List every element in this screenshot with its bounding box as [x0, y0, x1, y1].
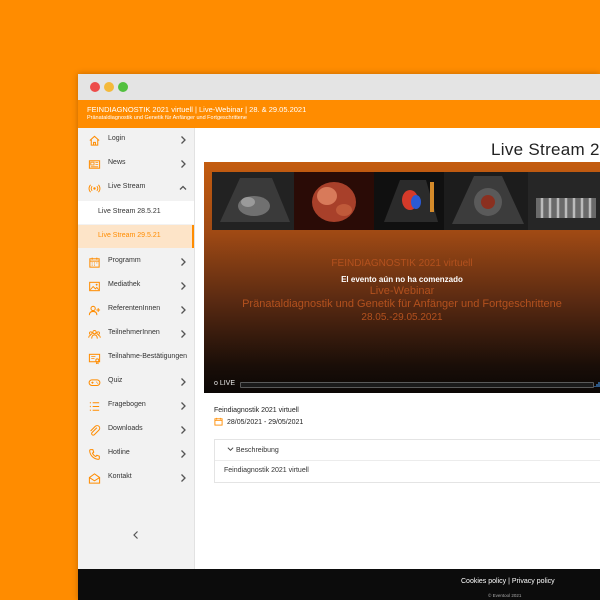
- video-progress-bar[interactable]: [240, 382, 594, 388]
- sidebar-item-label: TeilnehmerInnen: [108, 329, 160, 336]
- sidebar-subitem-live-stream-28[interactable]: Live Stream 28.5.21: [78, 201, 194, 224]
- window-titlebar: [78, 74, 600, 100]
- description-text: Feindiagnostik 2021 virtuell: [224, 467, 309, 474]
- video-dates: 28.05.-29.05.2021: [361, 312, 443, 323]
- sidebar-subitem-label: Live Stream 29.5.21: [98, 232, 161, 239]
- volume-icon[interactable]: [594, 380, 600, 388]
- sidebar-item-downloads[interactable]: Downloads: [78, 419, 194, 442]
- chevron-right-icon: [181, 282, 186, 290]
- sidebar-item-mediathek[interactable]: Mediathek: [78, 275, 194, 298]
- sidebar-subitem-live-stream-29[interactable]: Live Stream 29.5.21: [78, 225, 194, 248]
- sidebar-item-label: Downloads: [108, 425, 143, 432]
- users-icon: [88, 330, 101, 339]
- list-icon: [89, 402, 100, 411]
- sidebar-item-label: Kontakt: [108, 473, 132, 480]
- maximize-window-dot[interactable]: [118, 82, 128, 92]
- sidebar-item-label: Live Stream: [108, 183, 146, 190]
- user-plus-icon: [88, 305, 101, 316]
- chevron-right-icon: [181, 160, 186, 168]
- certificate-icon: [88, 353, 101, 365]
- gamepad-icon: [88, 379, 101, 386]
- video-webinar-label: Live-Webinar: [369, 285, 435, 297]
- chevron-down-icon: [227, 447, 234, 451]
- sidebar: Login News Live Stream Live Stream 28.5.…: [78, 128, 195, 569]
- chevron-right-icon: [181, 450, 186, 458]
- sidebar-item-label: News: [108, 159, 126, 166]
- sidebar-item-live-stream[interactable]: Live Stream: [78, 177, 194, 200]
- video-controls: o LIVE: [204, 378, 600, 392]
- header-subtitle: Pränataldiagnostik und Genetik für Anfän…: [87, 115, 247, 121]
- site-header: FEINDIAGNOSTIK 2021 virtuell | Live-Webi…: [78, 100, 600, 128]
- sidebar-item-fragebogen[interactable]: Fragebogen: [78, 395, 194, 418]
- sidebar-item-label: Quiz: [108, 377, 123, 384]
- chevron-right-icon: [181, 330, 186, 338]
- event-title: Feindiagnostik 2021 virtuell: [214, 407, 299, 414]
- chevron-right-icon: [181, 258, 186, 266]
- broadcast-icon: [88, 184, 101, 193]
- chevron-up-icon: [179, 185, 187, 190]
- chevron-right-icon: [181, 378, 186, 386]
- calendar-icon: [89, 257, 100, 268]
- page-title: Live Stream 29: [491, 140, 600, 159]
- sidebar-item-login[interactable]: Login: [78, 129, 194, 152]
- description-divider: [215, 460, 600, 461]
- minimize-window-dot[interactable]: [104, 82, 114, 92]
- sidebar-collapse-button[interactable]: [130, 528, 142, 540]
- home-icon: [89, 135, 100, 146]
- header-title: FEINDIAGNOSTIK 2021 virtuell | Live-Webi…: [87, 105, 307, 114]
- sidebar-subitem-label: Live Stream 28.5.21: [98, 208, 161, 215]
- sidebar-item-news[interactable]: News: [78, 153, 194, 176]
- sidebar-item-label: Login: [108, 135, 126, 142]
- sidebar-item-label: Hotline: [108, 449, 130, 456]
- event-date: 28/05/2021 - 29/05/2021: [214, 417, 303, 426]
- close-window-dot[interactable]: [90, 82, 100, 92]
- sidebar-item-kontakt[interactable]: Kontakt: [78, 467, 194, 490]
- live-indicator: o LIVE: [214, 380, 236, 387]
- chevron-right-icon: [181, 306, 186, 314]
- privacy-policy-link[interactable]: Privacy policy: [512, 578, 555, 585]
- main-content: Live Stream 29 FEINDIAGNOSTIK 2021 virtu…: [195, 128, 600, 569]
- footer-copyright: © Eventool 2021: [488, 593, 522, 598]
- sidebar-item-label: Programm: [108, 257, 141, 264]
- description-panel: Beschreibung Feindiagnostik 2021 virtuel…: [214, 439, 600, 483]
- video-status-text: El evento aún no ha comenzado: [341, 275, 463, 284]
- description-label: Beschreibung: [236, 447, 279, 454]
- description-toggle[interactable]: Beschreibung: [227, 446, 279, 454]
- ultrasound-banner-image: [212, 172, 600, 230]
- sidebar-item-teilnahme-bestaetigungen[interactable]: Teilnahme-Bestätigungen: [78, 347, 194, 370]
- sidebar-item-label: Fragebogen: [108, 401, 146, 408]
- chevron-right-icon: [181, 136, 186, 144]
- chevron-right-icon: [181, 402, 186, 410]
- sidebar-item-label: ReferentenInnen: [108, 305, 161, 312]
- video-subtitle: Pränataldiagnostik und Genetik für Anfän…: [242, 298, 562, 310]
- envelope-icon: [88, 473, 101, 484]
- video-event-name: FEINDIAGNOSTIK 2021 virtuell: [331, 258, 473, 269]
- sidebar-item-quiz[interactable]: Quiz: [78, 371, 194, 394]
- chevron-left-icon: [133, 531, 138, 539]
- sidebar-item-label: Mediathek: [108, 281, 141, 288]
- image-icon: [89, 281, 100, 292]
- calendar-icon: [214, 417, 223, 426]
- paperclip-icon: [90, 425, 101, 436]
- ultrasound-banner-graphic: [212, 172, 600, 230]
- cookies-policy-link[interactable]: Cookies policy: [461, 578, 506, 585]
- sidebar-item-referenteninnen[interactable]: ReferentenInnen: [78, 299, 194, 322]
- event-date-text: 28/05/2021 - 29/05/2021: [227, 419, 304, 426]
- newspaper-icon: [88, 160, 101, 169]
- sidebar-item-teilnehmerinnen[interactable]: TeilnehmerInnen: [78, 323, 194, 346]
- chevron-right-icon: [181, 474, 186, 482]
- sidebar-item-label: Teilnahme-Bestätigungen: [108, 353, 187, 360]
- video-player[interactable]: FEINDIAGNOSTIK 2021 virtuell El evento a…: [204, 162, 600, 393]
- site-footer: Cookies policy | Privacy policy © Evento…: [78, 569, 600, 600]
- chevron-right-icon: [181, 426, 186, 434]
- browser-window: FEINDIAGNOSTIK 2021 virtuell | Live-Webi…: [78, 74, 600, 600]
- sidebar-item-programm[interactable]: Programm: [78, 251, 194, 274]
- footer-links: Cookies policy | Privacy policy: [461, 578, 555, 585]
- sidebar-item-hotline[interactable]: Hotline: [78, 443, 194, 466]
- phone-icon: [89, 449, 100, 460]
